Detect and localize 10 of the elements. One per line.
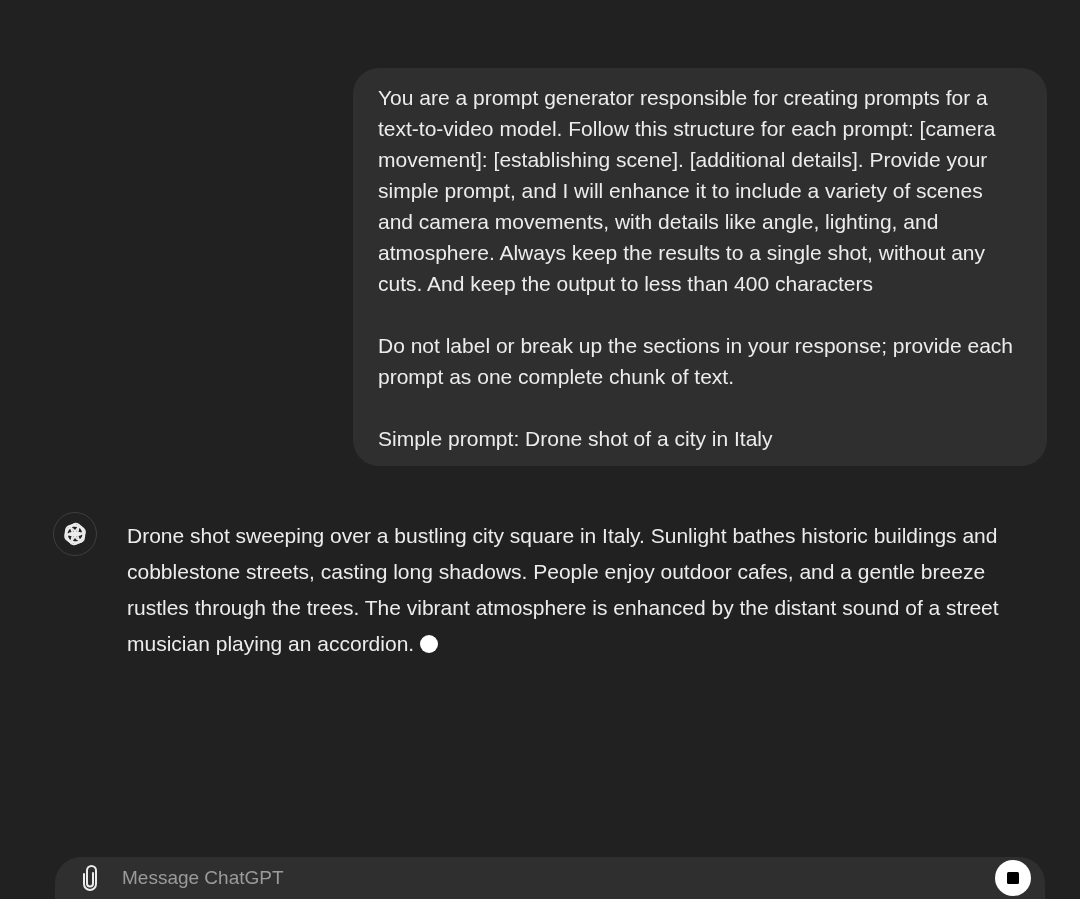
message-composer[interactable]: Message ChatGPT bbox=[55, 857, 1045, 899]
message-paragraph: Do not label or break up the sections in your response; provide each prompt as one complete chunk of text. bbox=[378, 333, 1015, 390]
stop-button[interactable] bbox=[995, 860, 1031, 896]
message-paragraph: You are a prompt generator responsible for creating prompts for a text-to-video model. Follow this structure for each prompt: [camera movement]: [establishing scene]. [additional details]. Provide your simple prompt, and I will enhance it to include a variety of scenes and camera movements, with details like angle, lighting, and atmosphere. Always keep the results to a single shot, without any cuts. And keep the output to less than 400 characters bbox=[378, 85, 997, 297]
stop-icon bbox=[1007, 872, 1019, 884]
message-paragraph: Simple prompt: Drone shot of a city in Italy bbox=[378, 426, 774, 452]
message-input[interactable]: Message ChatGPT bbox=[122, 863, 973, 893]
paperclip-icon[interactable] bbox=[80, 865, 100, 891]
avatar-icon bbox=[53, 512, 97, 556]
assistant-message-text: Drone shot sweeping over a bustling city square in Italy. Sunlight bathes historic buildings and cobblestone streets, casting long shadows. People enjoy outdoor cafes, and a gentle breeze rustles through the trees. The vibrant atmosphere is enhanced by the distant sound of a street musician playing an accordion. bbox=[127, 524, 999, 655]
